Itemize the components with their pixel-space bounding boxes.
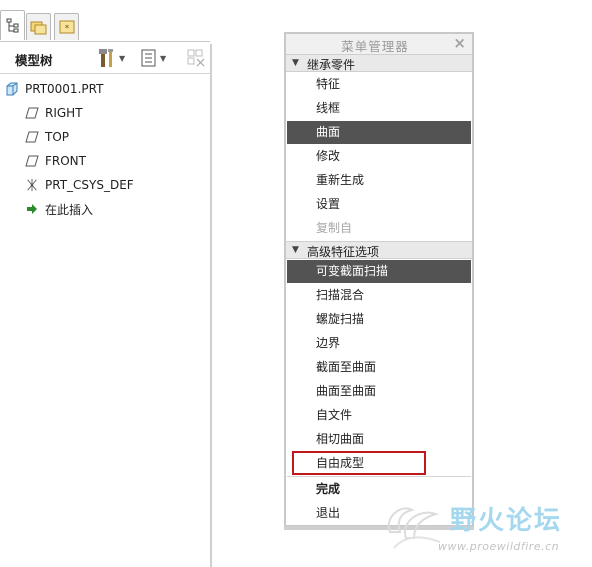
tree-item-part[interactable]: PRT0001.PRT — [5, 78, 103, 100]
menu-item-from-file[interactable]: 自文件 — [287, 404, 471, 427]
chevron-down-icon: ▼ — [119, 53, 126, 63]
collapse-triangle-icon: ▼ — [292, 58, 299, 68]
tab-divider — [0, 41, 210, 42]
menu-item-tangent-surface[interactable]: 相切曲面 — [287, 428, 471, 451]
tree-item-label: 在此插入 — [45, 202, 94, 217]
menu-item-wireframe[interactable]: 线框 — [287, 97, 471, 120]
datum-plane-icon — [25, 106, 39, 120]
settings-dropdown-button[interactable]: ▼ — [98, 48, 125, 68]
navigator-tabs: * — [0, 10, 84, 42]
tree-item-top[interactable]: TOP — [25, 126, 69, 148]
watermark-text: 野火论坛 — [450, 506, 563, 536]
menu-divider — [287, 476, 471, 477]
tab-folder-browser[interactable] — [26, 13, 51, 40]
menu-manager-titlebar[interactable]: 菜单管理器 × — [286, 34, 472, 55]
section-label: 继承零件 — [307, 58, 356, 72]
tree-item-label: PRT0001.PRT — [25, 82, 104, 96]
watermark: 野火论坛 www.proewildfire.cn — [380, 498, 590, 564]
tree-item-front[interactable]: FRONT — [25, 150, 86, 172]
tree-item-right[interactable]: RIGHT — [25, 102, 83, 124]
tree-item-label: TOP — [45, 130, 70, 144]
watermark-url: www.proewildfire.cn — [438, 540, 560, 553]
menu-item-copy-from: 复制自 — [316, 221, 353, 235]
list-icon — [141, 49, 156, 67]
menu-item-surface-to-surface[interactable]: 曲面至曲面 — [287, 380, 471, 403]
show-dropdown-button[interactable]: ▼ — [141, 48, 166, 68]
chevron-down-icon: ▼ — [160, 53, 167, 63]
menu-item-feature[interactable]: 特征 — [287, 73, 471, 96]
menu-item-boundary[interactable]: 边界 — [287, 332, 471, 355]
menu-item-modify[interactable]: 修改 — [287, 145, 471, 168]
collapse-triangle-icon: ▼ — [292, 245, 299, 255]
tree-item-label: RIGHT — [45, 106, 83, 120]
menu-item-regenerate[interactable]: 重新生成 — [287, 169, 471, 192]
menu-manager-title: 菜单管理器 — [341, 39, 409, 54]
part-icon — [5, 82, 19, 96]
menu-item-helical-sweep[interactable]: 螺旋扫描 — [287, 308, 471, 331]
annotation-highlight-box — [292, 451, 426, 475]
menu-item-section-to-surface[interactable]: 截面至曲面 — [287, 356, 471, 379]
tree-item-label: FRONT — [45, 154, 86, 168]
tree-item-csys[interactable]: PRT_CSYS_DEF — [25, 174, 134, 196]
section-inherit-part[interactable]: ▼ 继承零件 — [286, 54, 472, 72]
datum-plane-icon — [25, 130, 39, 144]
tab-model-tree[interactable] — [0, 10, 25, 40]
close-icon[interactable]: × — [453, 34, 466, 52]
favorites-folder-icon: * — [59, 20, 74, 34]
model-tree-icon — [6, 18, 18, 32]
folder-browser-icon — [30, 21, 46, 35]
layers-disabled-icon — [187, 49, 205, 67]
layers-button[interactable] — [186, 48, 206, 68]
section-label: 高级特征选项 — [307, 245, 380, 259]
model-tree-title: 模型树 — [15, 53, 53, 68]
tree-item-insert-here[interactable]: 在此插入 — [25, 198, 93, 220]
menu-item-variable-section-sweep[interactable]: 可变截面扫描 — [287, 260, 471, 283]
toolbar-divider — [0, 73, 210, 74]
tools-icon — [99, 49, 113, 67]
datum-plane-icon — [25, 154, 39, 168]
svg-text:*: * — [64, 24, 69, 34]
menu-item-surface[interactable]: 曲面 — [287, 121, 471, 144]
section-advanced-feature-options[interactable]: ▼ 高级特征选项 — [286, 241, 472, 259]
panel-splitter[interactable] — [210, 44, 212, 567]
coordinate-system-icon — [25, 178, 39, 192]
model-tree-toolbar: 模型树 ▼ ▼ — [0, 44, 210, 72]
tab-favorites[interactable]: * — [54, 13, 79, 40]
tree-item-label: PRT_CSYS_DEF — [45, 178, 134, 192]
menu-item-swept-blend[interactable]: 扫描混合 — [287, 284, 471, 307]
insert-arrow-icon — [25, 202, 39, 216]
menu-item-setup[interactable]: 设置 — [287, 193, 471, 216]
